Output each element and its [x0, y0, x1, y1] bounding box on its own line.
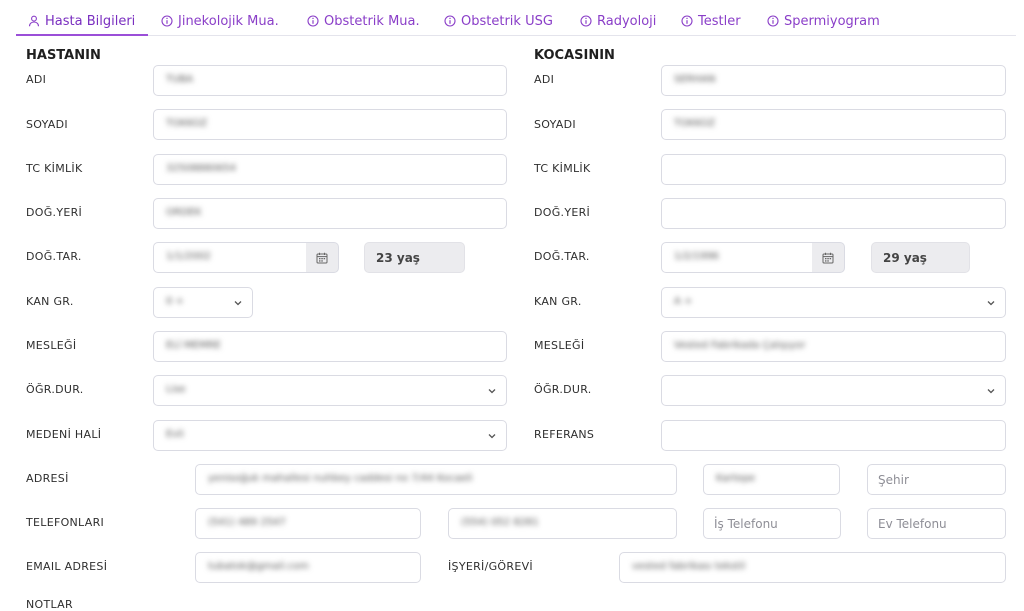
patient-tc-label: TC KİMLİK [26, 162, 83, 175]
patient-tc-input[interactable]: 32508880654 [153, 154, 507, 185]
husband-name-label: ADI [534, 73, 555, 86]
patient-education-label: ÖĞR.DUR. [26, 383, 84, 396]
husband-job-input[interactable]: Vested Fabrikada Çalışıyor [661, 331, 1006, 362]
patient-birthdate-label: DOĞ.TAR. [26, 250, 82, 263]
patient-birthplace-input[interactable]: ORDEK [153, 198, 507, 229]
calendar-icon [316, 252, 328, 263]
husband-surname-input[interactable]: TOKKOZ [661, 109, 1006, 140]
calendar-icon [822, 252, 834, 263]
chevron-down-icon [234, 301, 242, 306]
patient-name-label: ADI [26, 73, 47, 86]
husband-birthplace-label: DOĞ.YERİ [534, 206, 591, 219]
husband-blood-label: KAN GR. [534, 295, 582, 308]
info-icon [307, 15, 319, 27]
husband-birthplace-input[interactable] [661, 198, 1006, 229]
husband-age: 29 yaş [871, 242, 970, 273]
husband-name-input[interactable]: SERHAN [661, 65, 1006, 96]
husband-birthdate-input[interactable]: 1/2/1996 [661, 242, 813, 273]
tab-label: Hasta Bilgileri [45, 13, 136, 29]
husband-birthdate-label: DOĞ.TAR. [534, 250, 590, 263]
home-phone-input[interactable]: Ev Telefonu [867, 508, 1006, 539]
tab-label: Testler [698, 13, 741, 29]
info-icon [161, 15, 173, 27]
patient-birthplace-label: DOĞ.YERİ [26, 206, 83, 219]
tab-label: Jinekolojik Mua. [178, 13, 279, 29]
chevron-down-icon [987, 301, 995, 306]
user-icon [28, 15, 40, 27]
patient-heading: HASTANIN [26, 48, 101, 63]
chevron-down-icon [987, 389, 995, 394]
phone1-input[interactable]: (541) 489 2547 [195, 508, 421, 539]
patient-surname-label: SOYADI [26, 118, 68, 131]
husband-reference-label: REFERANS [534, 428, 595, 441]
patient-age: 23 yaş [364, 242, 465, 273]
email-label: EMAIL ADRESİ [26, 560, 108, 573]
patient-marital-label: MEDENİ HALİ [26, 428, 102, 441]
address-input[interactable]: yenisoğuk mahallesi nuhbey caddesi no 7/… [195, 464, 677, 495]
chevron-down-icon [488, 434, 496, 439]
husband-calendar-button[interactable] [812, 242, 845, 273]
husband-education-select[interactable] [661, 375, 1006, 406]
notes-label: NOTLAR [26, 598, 73, 611]
phone2-input[interactable]: (554) 052 8281 [448, 508, 677, 539]
tab-spermiyogram[interactable]: Spermiyogram [767, 11, 880, 31]
patient-marital-select[interactable]: Evli [153, 420, 507, 451]
tab-radyoloji[interactable]: Radyoloji [580, 11, 656, 31]
email-input[interactable]: tubatok@gmail.com [195, 552, 421, 583]
tab-testler[interactable]: Testler [681, 11, 741, 31]
work-phone-input[interactable]: İş Telefonu [703, 508, 841, 539]
tab-jinekolojik[interactable]: Jinekolojik Mua. [161, 11, 279, 31]
patient-name-input[interactable]: TUBA [153, 65, 507, 96]
tab-label: Obstetrik USG [461, 13, 553, 29]
tab-label: Spermiyogram [784, 13, 880, 29]
husband-tc-input[interactable] [661, 154, 1006, 185]
workplace-input[interactable]: vested fabrikası tekstil [619, 552, 1006, 583]
husband-reference-input[interactable] [661, 420, 1006, 451]
patient-job-label: MESLEĞİ [26, 339, 77, 352]
info-icon [681, 15, 693, 27]
workplace-label: İŞYERİ/GÖREVİ [448, 560, 533, 573]
husband-tc-label: TC KİMLİK [534, 162, 591, 175]
district-input[interactable]: Kartepe [703, 464, 840, 495]
phones-label: TELEFONLARI [26, 516, 105, 529]
info-icon [580, 15, 592, 27]
info-icon [444, 15, 456, 27]
tab-label: Obstetrik Mua. [324, 13, 420, 29]
patient-calendar-button[interactable] [306, 242, 339, 273]
chevron-down-icon [488, 389, 496, 394]
tab-bar: Hasta Bilgileri Jinekolojik Mua. Obstetr… [16, 0, 1016, 36]
patient-surname-input[interactable]: TOKKOZ [153, 109, 507, 140]
husband-education-label: ÖĞR.DUR. [534, 383, 592, 396]
tab-label: Radyoloji [597, 13, 657, 29]
tab-obstetrik-usg[interactable]: Obstetrik USG [444, 11, 553, 31]
patient-blood-select[interactable]: 0 + [153, 287, 253, 318]
address-label: ADRESİ [26, 472, 69, 485]
husband-surname-label: SOYADI [534, 118, 576, 131]
husband-heading: KOCASININ [534, 48, 615, 63]
tab-obstetrik-mua[interactable]: Obstetrik Mua. [307, 11, 420, 31]
patient-education-select[interactable]: Lise [153, 375, 507, 406]
patient-job-input[interactable]: ELİ MEMRE [153, 331, 507, 362]
husband-job-label: MESLEĞİ [534, 339, 585, 352]
patient-birthdate-input[interactable]: 1/1/2002 [153, 242, 307, 273]
husband-blood-select[interactable]: A + [661, 287, 1006, 318]
info-icon [767, 15, 779, 27]
patient-blood-label: KAN GR. [26, 295, 74, 308]
tab-hasta-bilgileri[interactable]: Hasta Bilgileri [28, 11, 135, 31]
city-input[interactable]: Şehir [867, 464, 1006, 495]
active-tab-indicator [16, 34, 148, 36]
